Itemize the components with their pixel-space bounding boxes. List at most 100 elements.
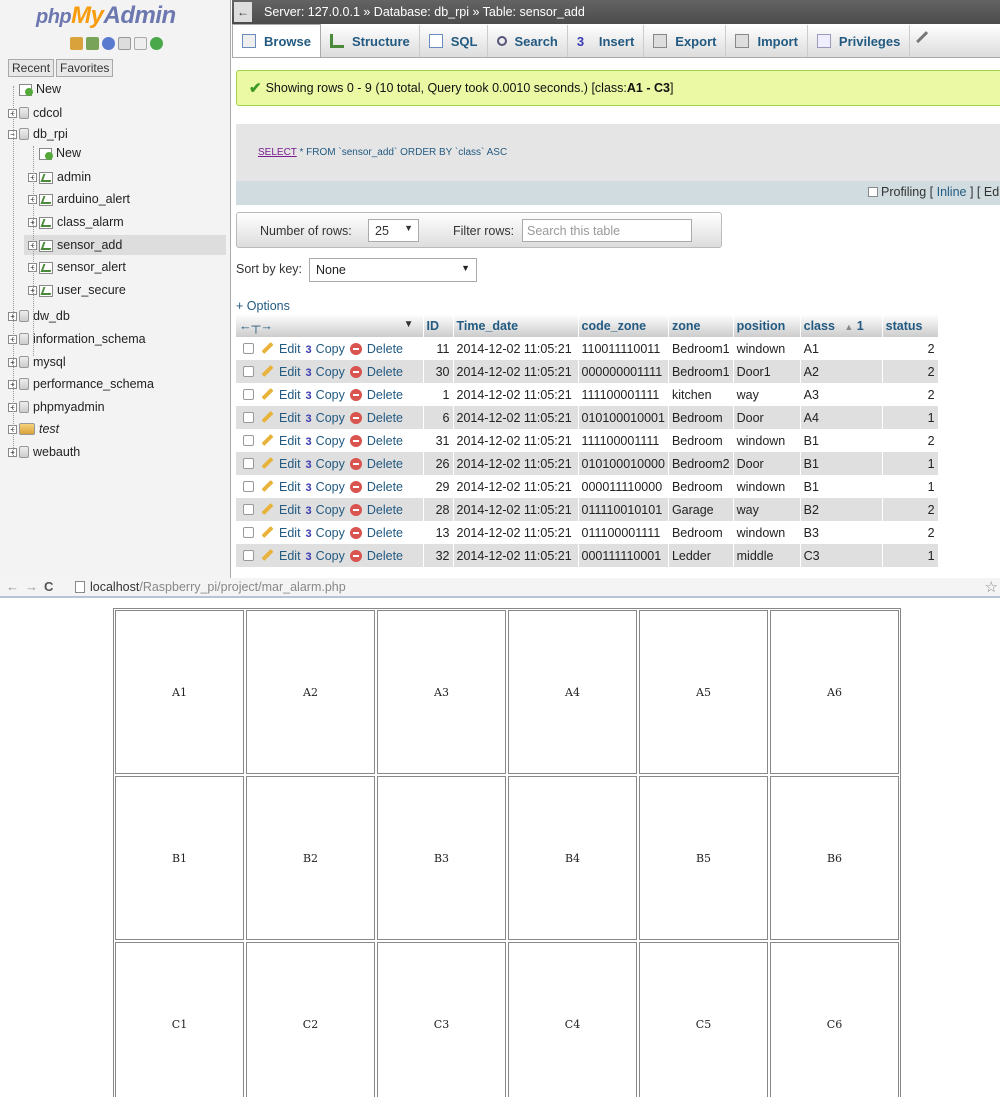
cell-class[interactable]: C3	[800, 544, 883, 567]
cell-zone[interactable]: Bedroom1	[668, 360, 734, 383]
row-checkbox[interactable]	[243, 365, 254, 377]
cell-class[interactable]: B2	[800, 498, 883, 521]
docs-icon[interactable]	[118, 37, 131, 50]
num-rows-select[interactable]: 25 ▼	[368, 219, 419, 242]
tab-sql[interactable]: SQL	[420, 25, 488, 57]
cell-class[interactable]: A2	[800, 360, 883, 383]
cell-class[interactable]: B3	[800, 521, 883, 544]
cell-time-date[interactable]: 2014-12-02 11:05:21	[453, 383, 579, 406]
cell-position[interactable]: way	[733, 498, 801, 521]
cell-id[interactable]: 26	[423, 452, 454, 475]
delete-link[interactable]: Delete	[367, 549, 403, 563]
filter-rows-input[interactable]: Search this table	[522, 219, 692, 242]
column-controls[interactable]: ←┬→ ▼	[236, 314, 424, 337]
cell-code-zone[interactable]: 110011110011	[578, 337, 669, 360]
copy-link[interactable]: Copy	[316, 365, 345, 379]
row-checkbox[interactable]	[243, 549, 254, 561]
favorites-tab[interactable]: Favorites	[56, 59, 114, 77]
cell-status[interactable]: 1	[882, 406, 939, 429]
breadcrumb-text[interactable]: Server: 127.0.0.1 » Database: db_rpi » T…	[264, 5, 585, 19]
row-checkbox[interactable]	[243, 526, 254, 538]
cell-class[interactable]: A3	[800, 383, 883, 406]
cell-position[interactable]: Door	[733, 406, 801, 429]
delete-link[interactable]: Delete	[367, 342, 403, 356]
cell-time-date[interactable]: 2014-12-02 11:05:21	[453, 475, 579, 498]
cell-class[interactable]: B1	[800, 452, 883, 475]
cell-code-zone[interactable]: 111100001111	[578, 383, 669, 406]
cell-status[interactable]: 1	[882, 452, 939, 475]
tab-structure[interactable]: Structure	[321, 25, 420, 57]
url-field[interactable]: localhost/Raspberry_pi/project/mar_alarm…	[90, 580, 346, 594]
cell-zone[interactable]: Bedroom	[668, 521, 734, 544]
home-icon[interactable]	[70, 37, 83, 50]
sql-keyword-select[interactable]: SELECT	[258, 147, 297, 158]
row-checkbox[interactable]	[243, 480, 254, 492]
sql-query[interactable]: SELECT * FROM `sensor_add` ORDER BY `cla…	[258, 147, 507, 158]
row-checkbox[interactable]	[243, 434, 254, 446]
cell-id[interactable]: 6	[423, 406, 454, 429]
delete-link[interactable]: Delete	[367, 480, 403, 494]
tree-database-item[interactable]: − db_rpi	[0, 124, 226, 144]
header-code-zone[interactable]: code_zone	[578, 314, 669, 337]
copy-link[interactable]: Copy	[316, 388, 345, 402]
edit-link[interactable]: Edit	[279, 457, 301, 471]
edit-link[interactable]: Edit	[279, 503, 301, 517]
edit-link[interactable]: Edit	[279, 434, 301, 448]
cell-code-zone[interactable]: 000000001111	[578, 360, 669, 383]
tab-more[interactable]	[910, 25, 950, 57]
tree-database-item[interactable]: + cdcol	[0, 103, 226, 123]
profiling-checkbox[interactable]	[868, 187, 878, 197]
cell-status[interactable]: 2	[882, 521, 939, 544]
tree-database-item[interactable]: + performance_schema	[0, 374, 226, 394]
cell-position[interactable]: windown	[733, 475, 801, 498]
row-checkbox[interactable]	[243, 342, 254, 354]
row-checkbox[interactable]	[243, 388, 254, 400]
delete-link[interactable]: Delete	[367, 411, 403, 425]
cell-id[interactable]: 31	[423, 429, 454, 452]
delete-link[interactable]: Delete	[367, 457, 403, 471]
cell-position[interactable]: windown	[733, 521, 801, 544]
tab-browse[interactable]: Browse	[232, 24, 321, 57]
header-id[interactable]: ID	[423, 314, 454, 337]
cell-position[interactable]: windown	[733, 337, 801, 360]
cell-code-zone[interactable]: 111100001111	[578, 429, 669, 452]
cell-time-date[interactable]: 2014-12-02 11:05:21	[453, 452, 579, 475]
delete-link[interactable]: Delete	[367, 503, 403, 517]
delete-link[interactable]: Delete	[367, 434, 403, 448]
cell-time-date[interactable]: 2014-12-02 11:05:21	[453, 406, 579, 429]
tree-table-item[interactable]: + sensor_add	[24, 235, 226, 255]
delete-link[interactable]: Delete	[367, 526, 403, 540]
tree-new-item[interactable]: New	[0, 79, 226, 99]
cell-code-zone[interactable]: 010100010001	[578, 406, 669, 429]
cell-id[interactable]: 28	[423, 498, 454, 521]
row-checkbox[interactable]	[243, 411, 254, 423]
cell-id[interactable]: 1	[423, 383, 454, 406]
tab-privileges[interactable]: Privileges	[808, 25, 911, 57]
header-status[interactable]: status	[882, 314, 939, 337]
header-time-date[interactable]: Time_date	[453, 314, 579, 337]
bookmark-star-icon[interactable]: ☆	[985, 578, 998, 596]
tab-search[interactable]: Search	[488, 25, 568, 57]
cell-status[interactable]: 2	[882, 360, 939, 383]
cell-position[interactable]: Door	[733, 452, 801, 475]
cell-zone[interactable]: Bedroom1	[668, 337, 734, 360]
logout-icon[interactable]	[86, 37, 99, 50]
cell-id[interactable]: 13	[423, 521, 454, 544]
copy-link[interactable]: Copy	[316, 434, 345, 448]
cell-zone[interactable]: Ledder	[668, 544, 734, 567]
cell-status[interactable]: 1	[882, 544, 939, 567]
copy-link[interactable]: Copy	[316, 457, 345, 471]
cell-time-date[interactable]: 2014-12-02 11:05:21	[453, 429, 579, 452]
sort-by-key-select[interactable]: None ▼	[309, 258, 477, 282]
cell-id[interactable]: 32	[423, 544, 454, 567]
cell-zone[interactable]: Bedroom	[668, 475, 734, 498]
settings-icon[interactable]	[134, 37, 147, 50]
column-menu-icon[interactable]: ▼	[404, 319, 414, 330]
column-resize-icon[interactable]: ←┬→	[239, 319, 273, 333]
cell-time-date[interactable]: 2014-12-02 11:05:21	[453, 521, 579, 544]
cell-class[interactable]: B1	[800, 429, 883, 452]
cell-zone[interactable]: Bedroom	[668, 406, 734, 429]
cell-class[interactable]: A1	[800, 337, 883, 360]
row-checkbox[interactable]	[243, 503, 254, 515]
cell-position[interactable]: windown	[733, 429, 801, 452]
